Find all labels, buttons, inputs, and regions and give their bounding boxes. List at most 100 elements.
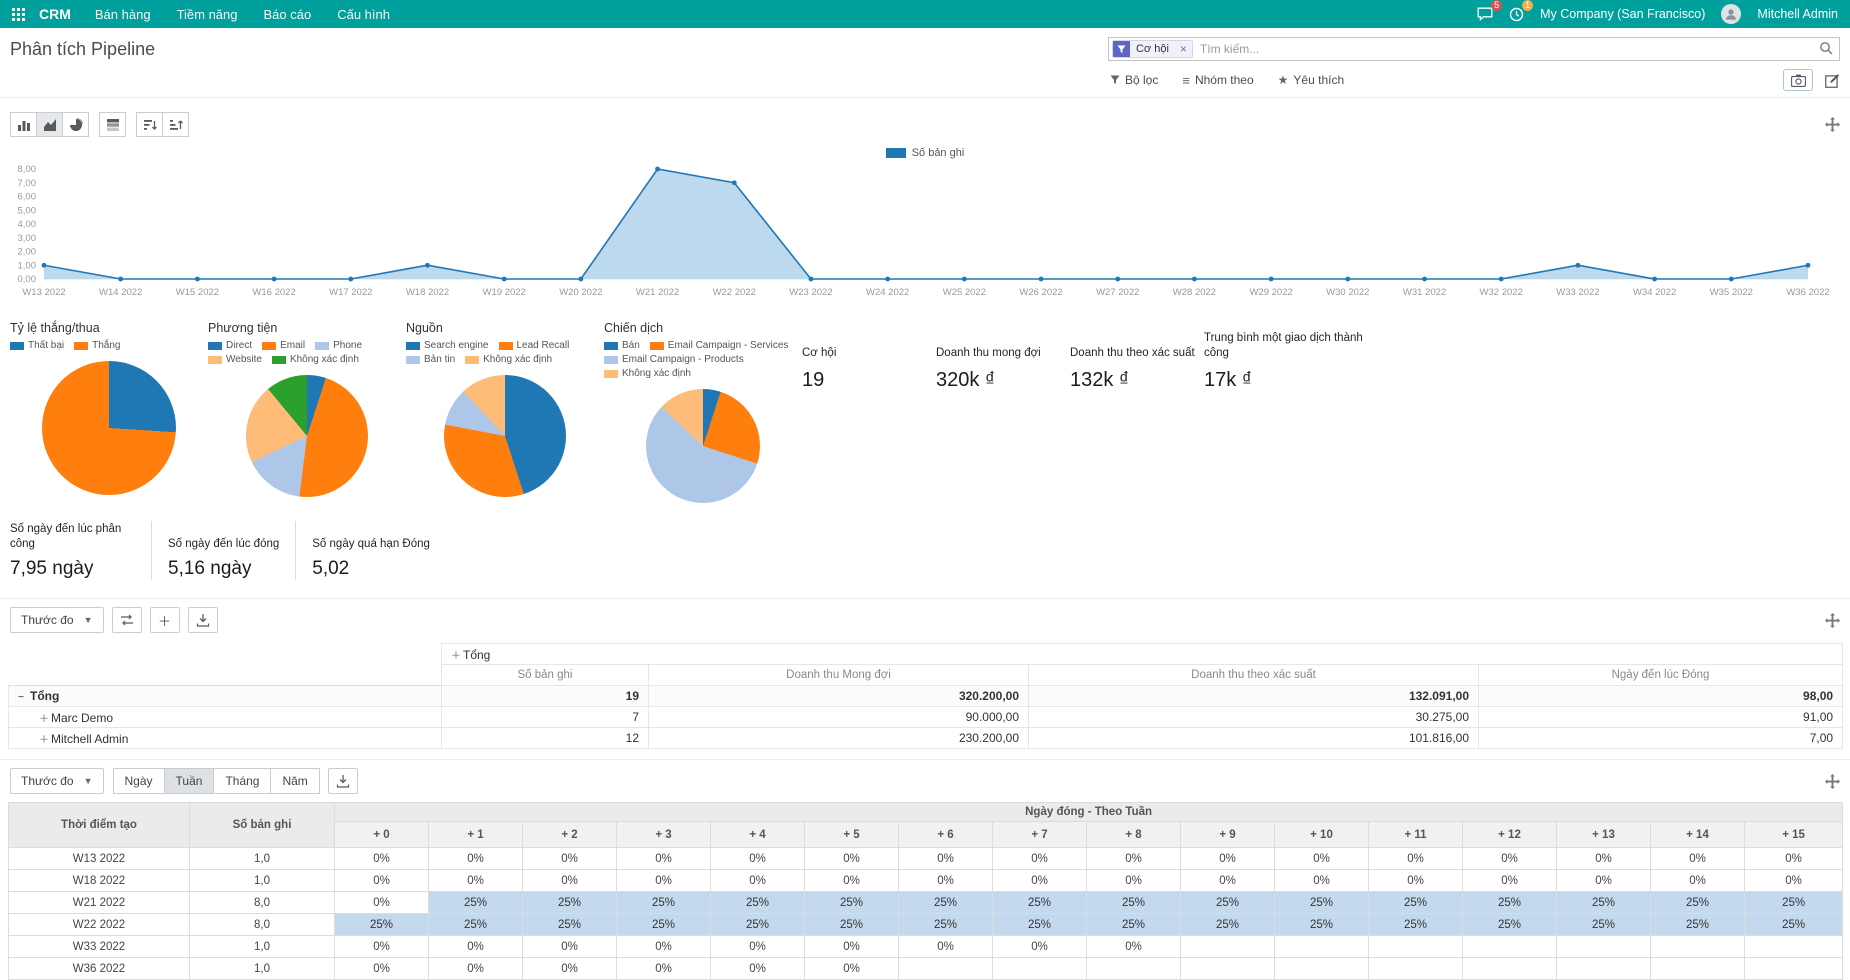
apps-menu-icon[interactable] [12, 8, 25, 21]
pivot-cell[interactable]: 7,00 [1479, 728, 1843, 749]
stacked-toggle-button[interactable] [99, 112, 126, 137]
snapshot-button[interactable] [1783, 69, 1813, 91]
legend-label: Số bản ghi [912, 147, 965, 159]
svg-text:5,00: 5,00 [18, 205, 37, 216]
pivot-cell[interactable]: 101.816,00 [1029, 728, 1479, 749]
favorites-button[interactable]: ★ Yêu thích [1278, 73, 1344, 87]
cohort-value-cell: 0% [1181, 848, 1275, 870]
cohort-value-cell: 0% [335, 892, 429, 914]
line-chart-button[interactable] [36, 112, 63, 137]
cohort-value-cell: 25% [711, 892, 805, 914]
kpi-expected-revenue: Doanh thu mong đợi 320k ₫ [936, 321, 1070, 392]
pie [444, 375, 566, 497]
pivot-cell[interactable]: 320.200,00 [649, 686, 1029, 707]
cohort-value-cell: 25% [1745, 914, 1843, 936]
bar-chart-button[interactable] [10, 112, 37, 137]
pivot-cell[interactable]: 91,00 [1479, 707, 1843, 728]
pie-chart-campaign: Chiến dịch BánEmail Campaign - ServicesE… [604, 321, 802, 503]
pivot-row: ＋Mitchell Admin12230.200,00101.816,007,0… [9, 728, 1843, 749]
expand-cohort-button[interactable] [1825, 774, 1840, 789]
legend-item: Email Campaign - Products [604, 354, 744, 365]
expand-graph-button[interactable] [1825, 117, 1840, 132]
cohort-value-cell: 25% [1651, 914, 1745, 936]
menu-leads[interactable]: Tiềm năng [177, 7, 238, 22]
pivot-cell[interactable]: 12 [442, 728, 649, 749]
company-switcher[interactable]: My Company (San Francisco) [1540, 7, 1705, 21]
pivot-column-group[interactable]: ＋Tổng [442, 644, 1843, 665]
pivot-column-header[interactable]: Doanh thu theo xác suất [1029, 665, 1479, 686]
app-name[interactable]: CRM [39, 6, 71, 22]
search-facet: Cơ hội × [1112, 40, 1193, 58]
flip-axis-icon [120, 613, 134, 627]
cohort-value-cell: 25% [993, 914, 1087, 936]
pivot-cell[interactable]: 30.275,00 [1029, 707, 1479, 728]
menu-configuration[interactable]: Cấu hình [337, 7, 390, 22]
facet-label: Cơ hội [1130, 41, 1175, 57]
cohort-value-cell: 25% [899, 892, 993, 914]
svg-text:W30 2022: W30 2022 [1326, 287, 1369, 298]
download-icon [196, 613, 210, 627]
download-pivot-button[interactable] [188, 607, 218, 633]
filters-button[interactable]: Bộ lọc [1110, 73, 1158, 87]
pivot-cell[interactable]: 19 [442, 686, 649, 707]
interval-button-tháng[interactable]: Tháng [213, 768, 271, 794]
svg-text:6,00: 6,00 [18, 192, 37, 203]
cohort-value-cell: 25% [523, 892, 617, 914]
pivot-row-header[interactable]: ＋Mitchell Admin [9, 728, 442, 749]
messages-icon [1477, 7, 1493, 21]
clock-icon [1509, 7, 1524, 22]
pivot-row-header[interactable]: −Tổng [9, 686, 442, 707]
groupby-button[interactable]: ≡ Nhóm theo [1182, 73, 1253, 88]
flip-axis-button[interactable] [112, 607, 142, 633]
cohort-value-cell: 0% [1087, 848, 1181, 870]
stacked-icon [106, 118, 120, 132]
cohort-value-cell [1275, 958, 1369, 980]
pivot-cell[interactable]: 230.200,00 [649, 728, 1029, 749]
cohort-value-cell [1181, 958, 1275, 980]
pivot-cell[interactable]: 132.091,00 [1029, 686, 1479, 707]
facet-remove-icon[interactable]: × [1175, 41, 1192, 57]
cohort-value-cell: 25% [711, 914, 805, 936]
legend-swatch [262, 342, 276, 350]
download-cohort-button[interactable] [328, 768, 358, 794]
kpi-value: 5,02 [312, 558, 430, 580]
expand-all-button[interactable]: ＋ [150, 607, 180, 633]
pivot-cell[interactable]: 7 [442, 707, 649, 728]
pivot-measures-button[interactable]: Thước đo▼ [10, 607, 104, 633]
activities-button[interactable]: 1 [1509, 7, 1524, 22]
user-menu[interactable]: Mitchell Admin [1757, 7, 1838, 21]
cohort-count-cell: 1,0 [190, 936, 335, 958]
search-bar[interactable]: Cơ hội × [1108, 37, 1840, 61]
kpi-days-to-assign: Số ngày đến lúc phân công 7,95 ngày [10, 521, 151, 580]
messages-button[interactable]: 5 [1477, 7, 1493, 21]
cohort-measures-button[interactable]: Thước đo▼ [10, 768, 104, 794]
bar-chart-icon [17, 118, 31, 132]
interval-button-tuần[interactable]: Tuần [164, 768, 215, 794]
interval-button-ngày[interactable]: Ngày [113, 768, 165, 794]
menu-sales[interactable]: Bán hàng [95, 7, 151, 22]
cohort-offset-header: + 11 [1369, 822, 1463, 848]
svg-text:W36 2022: W36 2022 [1786, 287, 1829, 298]
expand-pivot-button[interactable] [1825, 613, 1840, 628]
pie-chart-button[interactable] [62, 112, 89, 137]
edit-dashboard-icon[interactable] [1825, 73, 1840, 88]
pivot-column-header[interactable]: Số bản ghi [442, 665, 649, 686]
pivot-cell[interactable]: 90.000,00 [649, 707, 1029, 728]
cohort-count-cell: 1,0 [190, 848, 335, 870]
pivot-cell[interactable]: 98,00 [1479, 686, 1843, 707]
cohort-value-cell: 25% [1463, 892, 1557, 914]
menu-reporting[interactable]: Báo cáo [264, 7, 312, 22]
sort-desc-button[interactable] [136, 112, 163, 137]
pivot-column-header[interactable]: Ngày đến lúc Đóng [1479, 665, 1843, 686]
svg-text:W16 2022: W16 2022 [252, 287, 295, 298]
pivot-row-header[interactable]: ＋Marc Demo [9, 707, 442, 728]
legend-swatch [886, 148, 906, 158]
sort-asc-button[interactable] [162, 112, 189, 137]
search-icon[interactable] [1819, 41, 1833, 58]
search-input[interactable] [1193, 42, 1819, 56]
avatar[interactable] [1721, 4, 1741, 24]
pivot-column-header[interactable]: Doanh thu Mong đợi [649, 665, 1029, 686]
interval-button-năm[interactable]: Năm [270, 768, 319, 794]
arrows-expand-icon [1825, 117, 1840, 132]
cohort-offset-header: + 7 [993, 822, 1087, 848]
